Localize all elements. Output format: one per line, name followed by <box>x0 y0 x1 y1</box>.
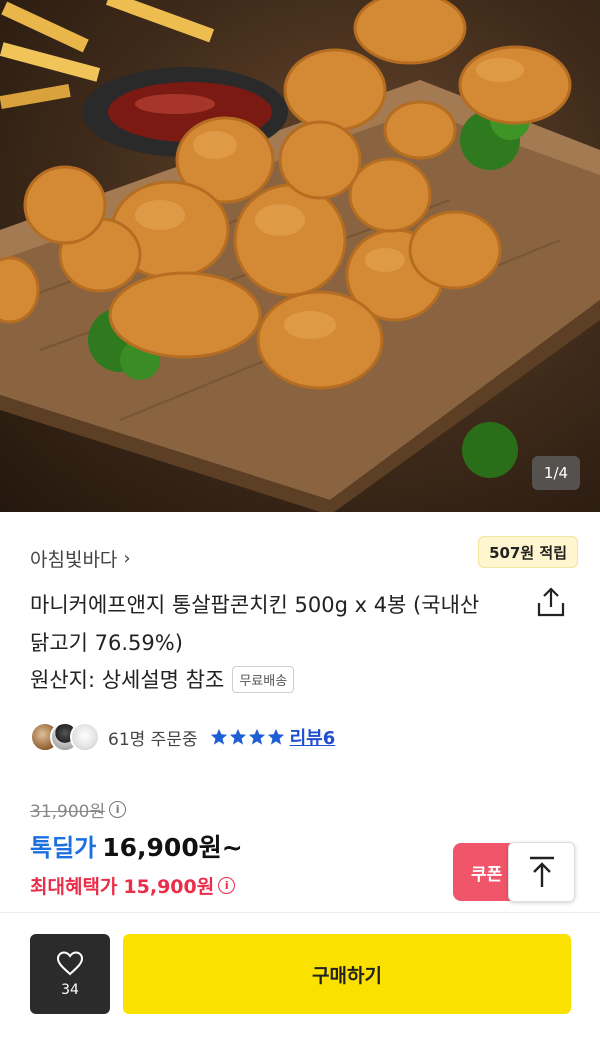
deal-price-row: 톡딜가 16,900원~ <box>30 828 243 864</box>
like-button[interactable]: 34 <box>30 934 110 1014</box>
deal-price: 16,900원~ <box>102 833 243 862</box>
bottom-action-bar: 34 구매하기 <box>0 912 600 1039</box>
max-benefit-price: 15,900원 <box>123 876 215 898</box>
deal-label: 톡딜가 <box>30 834 97 862</box>
arrow-up-icon <box>529 856 554 887</box>
coupon-label: 쿠폰 <box>471 864 503 885</box>
heart-icon <box>56 950 84 975</box>
rating-stars <box>210 728 286 746</box>
avatar <box>70 722 100 752</box>
star-icon <box>210 728 227 745</box>
brand-name: 아침빛바다 <box>30 549 118 571</box>
like-count: 34 <box>61 981 79 998</box>
order-count: 61명 주문중 <box>108 729 198 750</box>
origin-row: 원산지: 상세설명 참조 무료배송 <box>30 664 295 694</box>
buy-button[interactable]: 구매하기 <box>123 934 571 1014</box>
free-shipping-badge: 무료배송 <box>232 665 295 693</box>
image-counter: 1/4 <box>532 456 580 490</box>
product-photo-illustration <box>0 0 600 512</box>
buyer-avatars <box>30 722 100 752</box>
chevron-right-icon: › <box>123 548 131 569</box>
product-title: 마니커에프앤지 통살팝콘치킨 500g x 4봉 (국내산 닭고기 76.59%… <box>30 593 480 655</box>
buy-label: 구매하기 <box>312 964 382 987</box>
product-image[interactable]: 1/4 <box>0 0 600 512</box>
original-price-row: 31,900원 i <box>30 797 127 822</box>
brand-link[interactable]: 아침빛바다 › <box>30 545 131 572</box>
origin-text: 원산지: 상세설명 참조 <box>30 668 225 692</box>
max-benefit-row: 최대혜택가 15,900원 i <box>30 872 236 899</box>
reviews-link[interactable]: 리뷰6 <box>290 724 336 750</box>
share-icon[interactable] <box>534 585 568 619</box>
info-icon[interactable]: i <box>109 801 127 818</box>
star-icon <box>267 728 284 745</box>
social-proof-row: 61명 주문중 리뷰6 <box>30 722 335 752</box>
scroll-to-top-button[interactable] <box>508 842 575 902</box>
star-icon <box>229 728 246 745</box>
star-icon <box>248 728 265 745</box>
max-benefit-label: 최대혜택가 <box>30 876 118 898</box>
original-price: 31,900원 <box>30 802 106 822</box>
info-icon[interactable]: i <box>218 877 236 894</box>
reward-points-badge: 507원 적립 <box>478 536 578 568</box>
